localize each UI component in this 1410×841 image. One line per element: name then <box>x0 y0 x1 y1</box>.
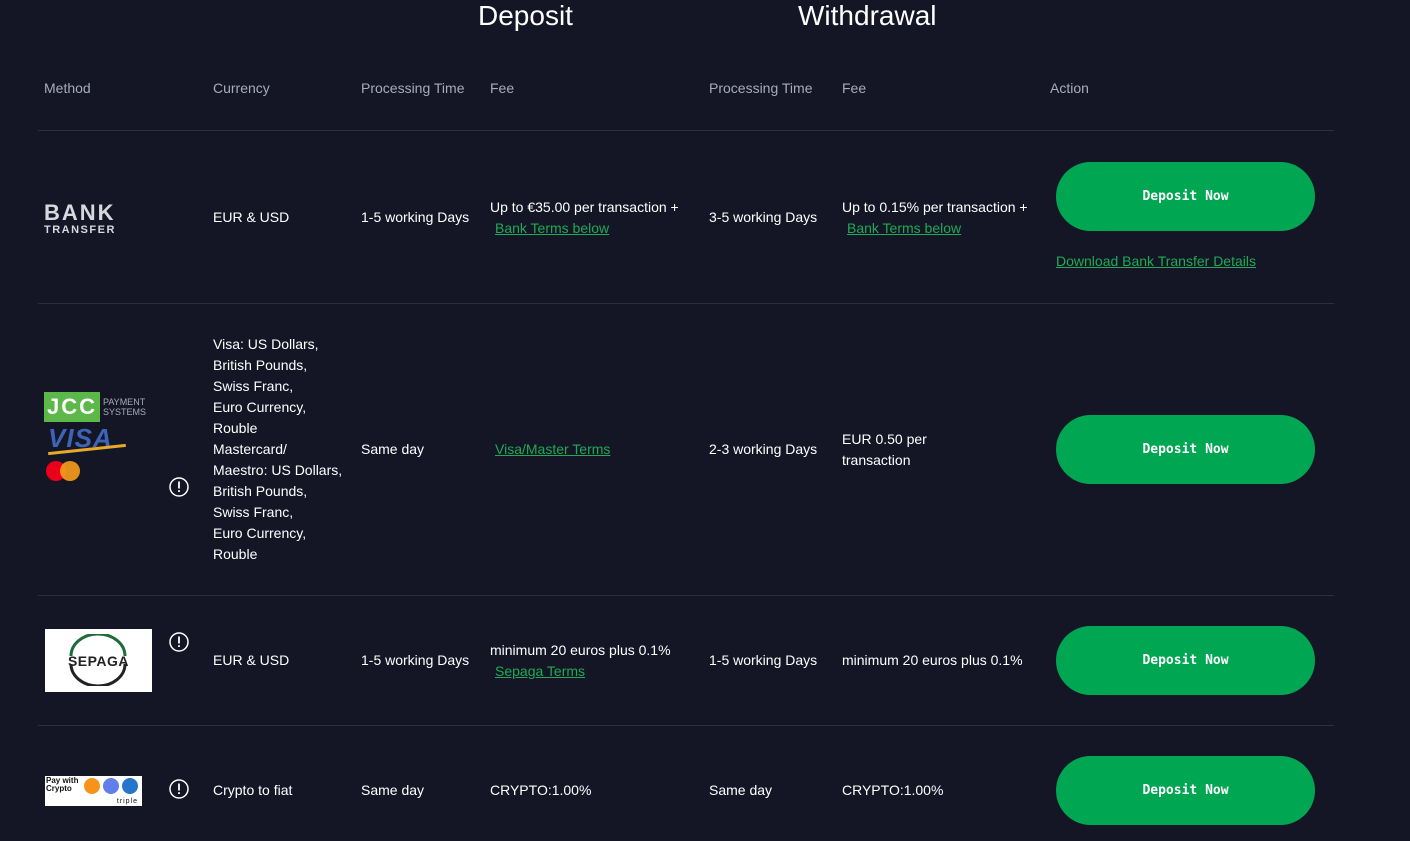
download-bank-transfer-details-link[interactable]: Download Bank Transfer Details <box>1056 253 1256 269</box>
deposit-group-title: Deposit <box>478 0 573 31</box>
bank-logo-line1: BANK <box>44 200 116 225</box>
deposit-processing-time-cell: 1-5 working Days <box>361 652 470 668</box>
currency-line: Maestro: US Dollars, <box>213 462 343 478</box>
row-divider <box>38 725 1334 726</box>
withdrawal-group-title: Withdrawal <box>798 0 937 31</box>
currency-line: Visa: US Dollars, <box>213 336 319 352</box>
currency-cell: Crypto to fiat <box>213 782 293 798</box>
currency-cell: Visa: US Dollars, British Pounds, Swiss … <box>213 334 353 565</box>
deposit-now-button[interactable]: Deposit Now <box>1056 162 1315 231</box>
currency-cell: EUR & USD <box>213 209 290 225</box>
mastercard-icon <box>46 461 80 481</box>
withdrawal-fee-cell: EUR 0.50 per transaction <box>842 429 927 471</box>
withdrawal-fee-cell: CRYPTO:1.00% <box>842 782 944 798</box>
withdrawal-fee-cell: Up to 0.15% per transaction + Bank Terms… <box>842 197 1042 239</box>
jcc-visa-mastercard-logo: JCC PAYMENT SYSTEMS VISA <box>44 392 164 510</box>
column-header-deposit-processing-time: Processing Time <box>361 80 465 96</box>
deposit-fee-text: Up to €35.00 per transaction + <box>490 199 679 215</box>
visa-master-terms-link[interactable]: Visa/Master Terms <box>495 441 610 457</box>
row-divider <box>38 595 1334 596</box>
withdrawal-processing-time-cell: 1-5 working Days <box>709 652 818 668</box>
info-icon[interactable] <box>169 632 189 652</box>
column-header-withdrawal-processing-time: Processing Time <box>709 80 813 96</box>
deposit-fee-cell: minimum 20 euros plus 0.1% Sepaga Terms <box>490 640 700 682</box>
bank-transfer-logo: BANK TRANSFER <box>44 200 116 237</box>
currency-line: Euro Currency, <box>213 525 307 541</box>
withdrawal-processing-time-cell: Same day <box>709 782 773 798</box>
withdrawal-processing-time-cell: 2-3 working Days <box>709 441 818 457</box>
deposit-processing-time-cell: 1-5 working Days <box>361 209 470 225</box>
crypto-coins-icon <box>84 778 138 794</box>
currency-line: British Pounds, <box>213 357 308 373</box>
column-header-action: Action <box>1050 80 1089 96</box>
deposit-fee-text: minimum 20 euros plus 0.1% <box>490 642 671 658</box>
deposit-now-button[interactable]: Deposit Now <box>1056 626 1315 695</box>
deposit-now-button[interactable]: Deposit Now <box>1056 756 1315 825</box>
withdrawal-processing-time-cell: 3-5 working Days <box>709 209 818 225</box>
currency-line: Mastercard/ <box>213 441 287 457</box>
crypto-logo-line2: Crypto <box>46 784 72 793</box>
currency-line: Rouble <box>213 546 258 562</box>
header-divider <box>38 130 1334 131</box>
currency-line: Euro Currency, <box>213 399 307 415</box>
jcc-logo-subtitle-line2: SYSTEMS <box>103 407 147 417</box>
bank-terms-link[interactable]: Bank Terms below <box>847 218 961 239</box>
currency-cell: EUR & USD <box>213 652 290 668</box>
deposit-now-button[interactable]: Deposit Now <box>1056 415 1315 484</box>
jcc-logo-subtitle-line1: PAYMENT <box>103 397 146 407</box>
bank-terms-link[interactable]: Bank Terms below <box>495 218 609 239</box>
sepaga-logo: SEPAGA <box>45 629 152 692</box>
deposit-processing-time-cell: Same day <box>361 782 425 798</box>
withdrawal-fee-line: EUR 0.50 per <box>842 431 927 447</box>
jcc-logo-mark: JCC <box>44 392 101 422</box>
bank-logo-line2: TRANSFER <box>44 224 116 236</box>
triple-logo-text: triple <box>116 798 138 805</box>
row-divider <box>38 303 1334 304</box>
column-header-method: Method <box>44 80 91 96</box>
column-header-currency: Currency <box>213 80 270 96</box>
currency-line: Rouble <box>213 420 258 436</box>
column-header-withdrawal-fee: Fee <box>842 80 867 96</box>
deposit-fee-cell: Up to €35.00 per transaction + Bank Term… <box>490 197 700 239</box>
currency-line: Swiss Franc, <box>213 504 294 520</box>
column-header-deposit-fee: Fee <box>490 80 515 96</box>
withdrawal-fee-text: Up to 0.15% per transaction + <box>842 199 1028 215</box>
withdrawal-fee-cell: minimum 20 euros plus 0.1% <box>842 652 1023 668</box>
sepaga-terms-link[interactable]: Sepaga Terms <box>495 661 585 682</box>
currency-line: Swiss Franc, <box>213 378 294 394</box>
deposit-fee-cell: CRYPTO:1.00% <box>490 782 592 798</box>
pay-with-crypto-logo: Pay with Crypto triple <box>45 776 142 806</box>
info-icon[interactable] <box>169 477 189 497</box>
info-icon[interactable] <box>169 779 189 799</box>
sepaga-logo-text: SEPAGA <box>67 652 130 669</box>
deposit-processing-time-cell: Same day <box>361 441 425 457</box>
withdrawal-fee-line: transaction <box>842 452 911 468</box>
currency-line: British Pounds, <box>213 483 308 499</box>
